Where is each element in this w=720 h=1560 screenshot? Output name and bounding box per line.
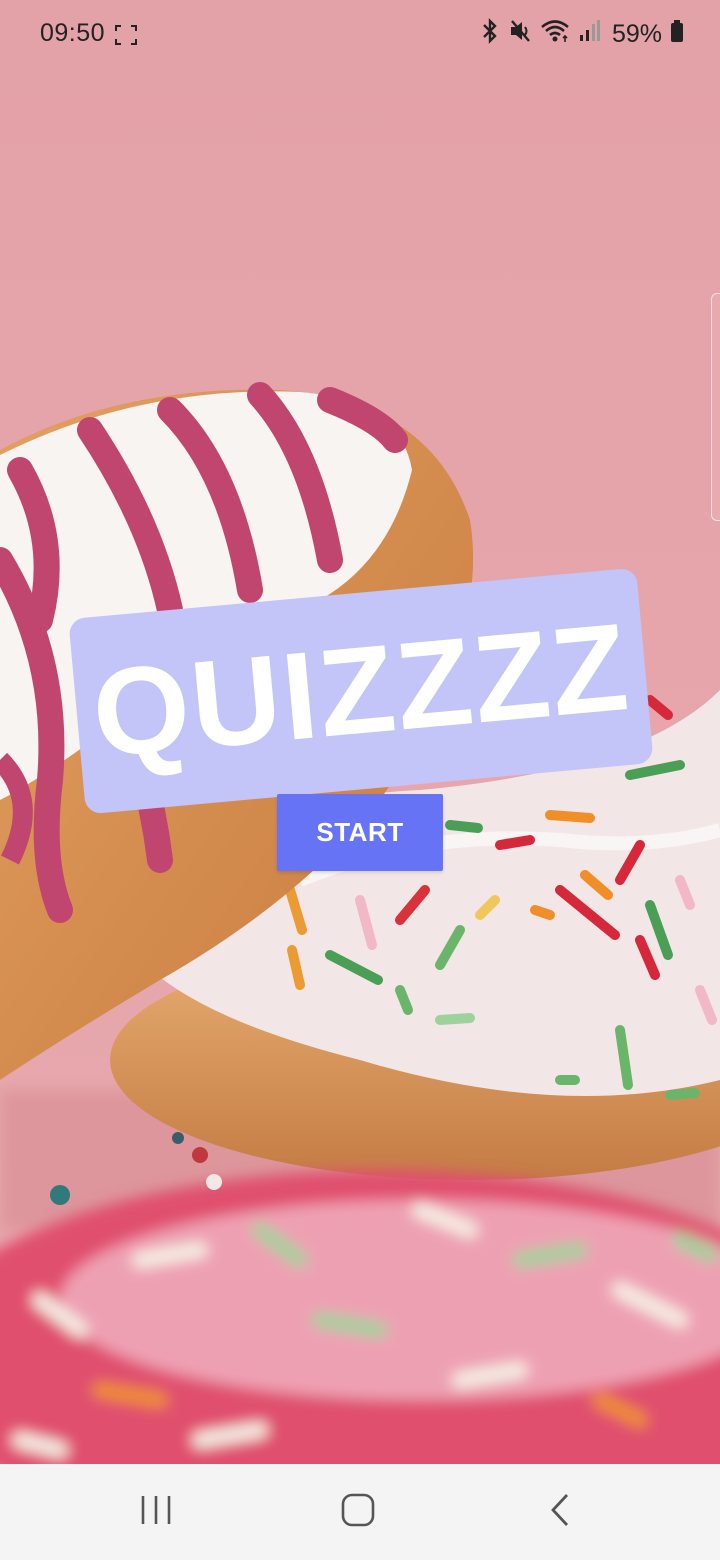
status-icons: 59% — [480, 18, 684, 51]
back-button[interactable] — [530, 1486, 590, 1538]
mute-icon — [508, 18, 532, 51]
quiz-start-screen: 09:50 59% QUIZZZZ START — [0, 0, 720, 1560]
edge-panel-handle[interactable] — [711, 293, 720, 521]
start-button[interactable]: START — [277, 794, 443, 871]
signal-icon — [578, 18, 600, 51]
recents-button[interactable] — [126, 1486, 186, 1538]
quiz-title: QUIZZZZ — [87, 597, 635, 785]
home-button[interactable] — [328, 1486, 388, 1538]
navigation-bar — [0, 1464, 720, 1560]
bluetooth-icon — [480, 18, 500, 51]
status-time: 09:50 — [40, 19, 106, 47]
screenshot-frame-icon — [114, 24, 138, 53]
back-icon — [548, 1492, 572, 1533]
home-icon — [340, 1492, 376, 1533]
donut-foreground-blurred — [0, 1170, 720, 1464]
battery-percentage: 59% — [611, 20, 662, 48]
battery-icon — [670, 19, 684, 50]
recents-icon — [139, 1493, 173, 1532]
status-bar: 09:50 59% — [0, 0, 720, 70]
wifi-icon — [540, 18, 570, 51]
